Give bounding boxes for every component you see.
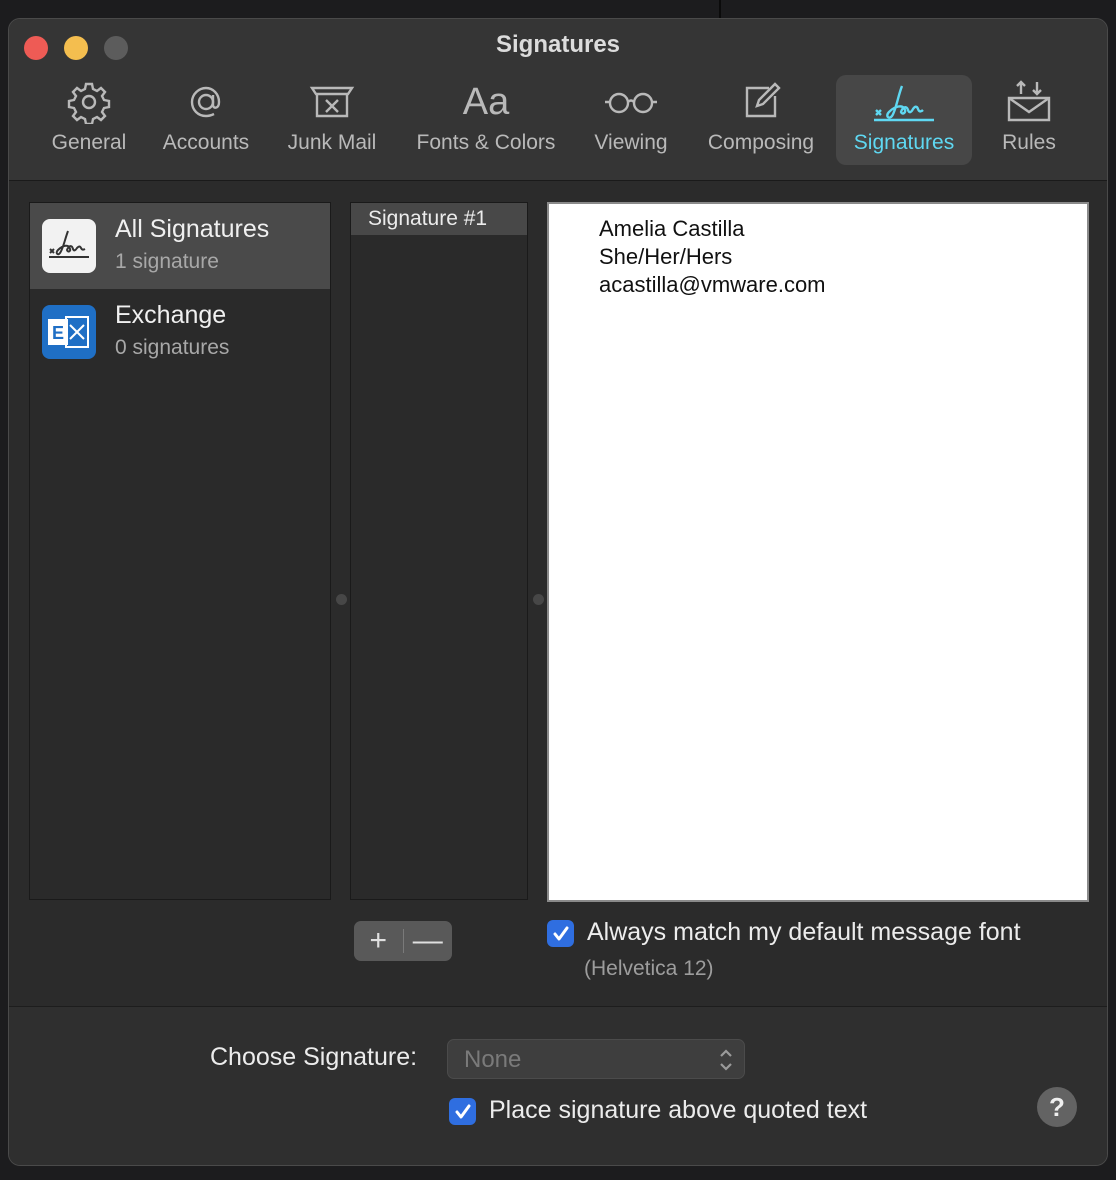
tab-junk-mail-label: Junk Mail	[287, 131, 377, 154]
help-button[interactable]: ?	[1037, 1087, 1077, 1127]
signature-line: acastilla@vmware.com	[599, 272, 826, 297]
tab-general-label: General	[51, 131, 127, 154]
gear-icon	[67, 75, 111, 129]
text-aa-icon: Aa	[462, 80, 510, 123]
tab-general[interactable]: General	[37, 75, 141, 165]
checkmark-icon	[455, 1104, 470, 1118]
account-signature-count: 1 signature	[115, 250, 219, 273]
split-view-grip[interactable]	[533, 594, 544, 605]
tab-rules-label: Rules	[1002, 131, 1056, 154]
place-above-label[interactable]: Place signature above quoted text	[489, 1096, 867, 1125]
signature-list-item[interactable]: Signature #1	[351, 203, 527, 235]
signature-line: She/Her/Hers	[599, 244, 733, 269]
add-signature-button[interactable]: +	[354, 921, 403, 961]
tab-signatures[interactable]: Signatures	[836, 75, 972, 165]
compose-icon	[739, 75, 783, 129]
remove-signature-button[interactable]: —	[403, 921, 452, 961]
titlebar-toolbar: Signatures General Accounts Junk Mail Aa…	[9, 19, 1107, 181]
junk-mail-icon	[308, 75, 356, 129]
signature-icon	[872, 75, 936, 129]
tab-composing-label: Composing	[707, 131, 815, 154]
tab-composing[interactable]: Composing	[699, 75, 823, 165]
window-title: Signatures	[495, 31, 621, 58]
add-remove-control: + —	[354, 921, 452, 961]
split-view-grip[interactable]	[336, 594, 347, 605]
background-divider	[719, 0, 721, 18]
match-font-label[interactable]: Always match my default message font	[587, 918, 1021, 947]
account-row-all-signatures[interactable]: All Signatures 1 signature	[30, 203, 330, 289]
signature-line: Amelia Castilla	[599, 216, 745, 241]
tab-accounts[interactable]: Accounts	[151, 75, 261, 165]
preferences-window: Signatures General Accounts Junk Mail Aa…	[8, 18, 1108, 1166]
match-font-checkbox[interactable]	[547, 920, 574, 947]
choose-signature-label: Choose Signature:	[210, 1043, 418, 1071]
tab-fonts-colors[interactable]: Aa Fonts & Colors	[402, 75, 570, 165]
rules-envelope-icon	[1005, 75, 1053, 129]
tab-viewing[interactable]: Viewing	[585, 75, 677, 165]
account-name: All Signatures	[115, 215, 270, 243]
choose-signature-select[interactable]: None	[447, 1039, 745, 1079]
signature-list: Signature #1	[350, 202, 528, 900]
default-font-note: (Helvetica 12)	[584, 957, 714, 980]
signature-icon	[42, 219, 96, 273]
checkmark-icon	[553, 926, 568, 940]
account-signature-count: 0 signatures	[115, 336, 230, 359]
account-row-exchange[interactable]: E Exchange 0 signatures	[30, 289, 330, 375]
exchange-icon: E	[42, 305, 96, 359]
choose-signature-value: None	[464, 1046, 522, 1073]
tab-signatures-label: Signatures	[853, 131, 955, 154]
tab-accounts-label: Accounts	[162, 131, 250, 154]
account-name: Exchange	[115, 301, 227, 329]
tab-junk-mail[interactable]: Junk Mail	[276, 75, 388, 165]
chevron-up-down-icon	[718, 1047, 734, 1078]
signature-editor[interactable]: Amelia Castilla She/Her/Hers acastilla@v…	[547, 202, 1089, 902]
tab-fonts-colors-label: Fonts & Colors	[416, 131, 556, 154]
place-above-checkbox[interactable]	[449, 1098, 476, 1125]
svg-text:E: E	[52, 323, 64, 343]
glasses-icon	[603, 75, 659, 129]
at-sign-icon	[184, 75, 228, 129]
bottom-settings	[9, 1007, 1107, 1165]
tab-viewing-label: Viewing	[594, 131, 668, 154]
accounts-list: All Signatures 1 signature E Exchange 0 …	[29, 202, 331, 900]
tab-rules[interactable]: Rules	[984, 75, 1074, 165]
